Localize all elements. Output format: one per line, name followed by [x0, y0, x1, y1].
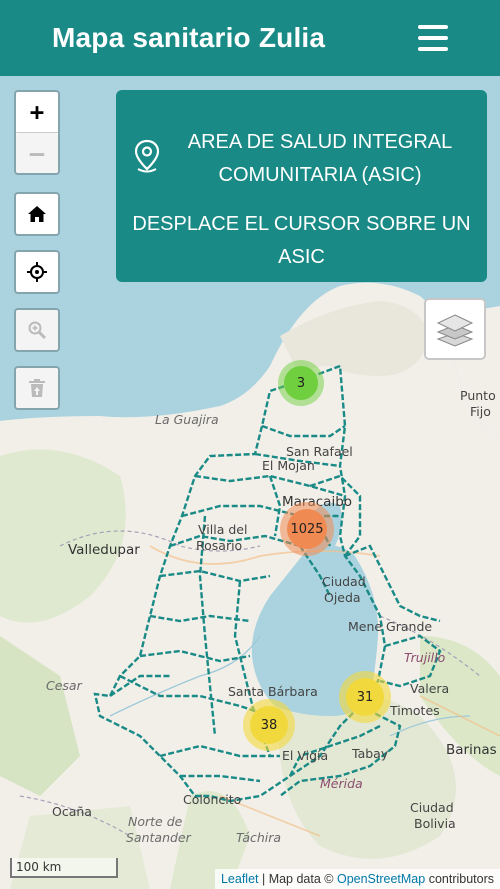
label-valledupar: Valledupar	[68, 542, 140, 558]
locate-control	[14, 250, 60, 294]
zoom-out-button[interactable]: —	[16, 133, 58, 173]
label-cesar: Cesar	[46, 678, 82, 693]
zoom-control: + —	[14, 90, 60, 175]
label-merida: Mérida	[320, 776, 363, 791]
attribution-separator: | Map data ©	[258, 872, 337, 886]
cluster-marker[interactable]: 3	[278, 360, 324, 406]
cluster-count: 1025	[287, 509, 327, 549]
layers-button[interactable]	[424, 298, 486, 360]
map-viewport[interactable]: La Guajira San Rafael El Mojan Maracaibo…	[0, 76, 500, 889]
layers-icon	[436, 314, 474, 347]
cluster-marker[interactable]: 38	[243, 699, 295, 751]
zoom-in-button[interactable]: +	[16, 92, 58, 132]
label-ojeda: Ojeda	[324, 590, 361, 605]
label-la-guajira: La Guajira	[155, 412, 219, 427]
label-valera: Valera	[410, 681, 450, 696]
app-header: Mapa sanitario Zulia	[0, 0, 500, 76]
label-tachira: Táchira	[236, 830, 282, 845]
map-attribution: Leaflet | Map data © OpenStreetMap contr…	[214, 869, 500, 889]
zoom-search-icon	[28, 321, 47, 340]
cluster-marker[interactable]: 1025	[280, 502, 334, 556]
hamburger-menu-icon[interactable]	[418, 25, 448, 51]
label-norte-de: Norte de	[128, 814, 183, 829]
label-rosario: Rosario	[196, 538, 243, 553]
label-mene-grande: Mene Grande	[348, 619, 433, 634]
cluster-count: 3	[284, 366, 318, 400]
label-barinas: Barinas	[446, 742, 497, 758]
delete-control	[14, 366, 60, 410]
zoom-search-control	[14, 308, 60, 352]
label-santa-barbara: Santa Bárbara	[228, 684, 318, 699]
label-ciudad-bolivia: Ciudad	[410, 800, 454, 815]
label-timotes: Timotes	[390, 703, 440, 718]
home-button[interactable]	[16, 194, 58, 234]
label-santander: Santander	[126, 830, 191, 845]
label-san-rafael: San Rafael	[286, 444, 353, 459]
trash-icon	[29, 379, 45, 397]
info-panel-hint: DESPLACE EL CURSOR SOBRE UN ASIC	[132, 213, 471, 268]
home-control	[14, 192, 60, 236]
cluster-count: 31	[346, 678, 384, 716]
zoom-search-button[interactable]	[16, 310, 58, 350]
label-ocana: Ocaña	[52, 804, 92, 819]
label-el-vigia: El Vigía	[282, 748, 329, 763]
info-panel-title: AREA DE SALUD INTEGRAL COMUNITARIA (ASIC…	[187, 131, 453, 186]
label-tabay: Tabay	[352, 746, 389, 761]
crosshair-icon	[27, 262, 47, 282]
app-title: Mapa sanitario Zulia	[52, 22, 326, 53]
label-ciudad-ojeda: Ciudad	[322, 574, 366, 589]
label-el-mojan: El Mojan	[262, 458, 315, 473]
locate-button[interactable]	[16, 252, 58, 292]
delete-button[interactable]	[16, 368, 58, 408]
location-pin-icon	[134, 139, 160, 173]
label-punto: Punto	[460, 388, 496, 403]
label-trujillo: Trujillo	[404, 650, 446, 665]
home-icon	[28, 206, 46, 222]
map-scale: 100 km	[10, 858, 118, 878]
osm-link[interactable]: OpenStreetMap	[337, 872, 425, 886]
label-coloncito: Coloncito	[183, 792, 242, 807]
attribution-suffix: contributors	[425, 872, 494, 886]
cluster-marker[interactable]: 31	[339, 671, 391, 723]
label-bolivia: Bolivia	[414, 816, 456, 831]
asic-info-panel: AREA DE SALUD INTEGRAL COMUNITARIA (ASIC…	[116, 90, 487, 282]
leaflet-link[interactable]: Leaflet	[221, 872, 259, 886]
label-fijo: Fijo	[470, 404, 491, 419]
cluster-count: 38	[250, 706, 288, 744]
label-villa-del: Villa del	[198, 522, 248, 537]
